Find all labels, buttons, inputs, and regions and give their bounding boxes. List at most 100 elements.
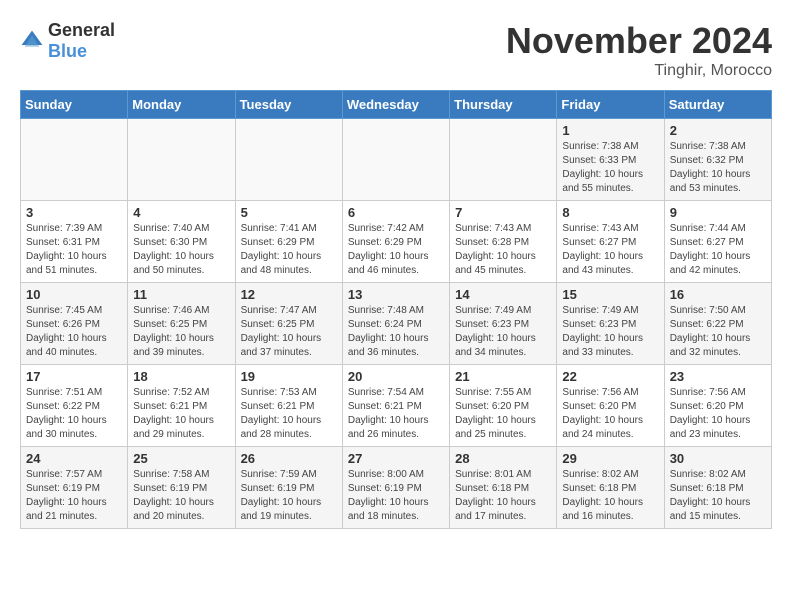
calendar-cell: 2 Sunrise: 7:38 AM Sunset: 6:32 PM Daylig… xyxy=(664,119,771,201)
day-info: Sunrise: 7:41 AM Sunset: 6:29 PM Dayligh… xyxy=(241,222,337,278)
day-number: 11 xyxy=(133,287,229,302)
weekday-header-wednesday: Wednesday xyxy=(342,91,449,119)
calendar-cell: 1 Sunrise: 7:38 AM Sunset: 6:33 PM Daylig… xyxy=(557,119,664,201)
logo-icon xyxy=(20,29,44,53)
day-number: 4 xyxy=(133,205,229,220)
calendar-cell xyxy=(128,119,235,201)
day-info: Sunrise: 7:55 AM Sunset: 6:20 PM Dayligh… xyxy=(455,386,551,442)
day-info: Sunrise: 7:59 AM Sunset: 6:19 PM Dayligh… xyxy=(241,468,337,524)
calendar-cell: 14 Sunrise: 7:49 AM Sunset: 6:23 PM Dayli… xyxy=(450,283,557,365)
day-number: 20 xyxy=(348,369,444,384)
day-number: 24 xyxy=(26,451,122,466)
calendar-cell: 5 Sunrise: 7:41 AM Sunset: 6:29 PM Daylig… xyxy=(235,201,342,283)
day-info: Sunrise: 7:44 AM Sunset: 6:27 PM Dayligh… xyxy=(670,222,766,278)
day-number: 6 xyxy=(348,205,444,220)
calendar-cell xyxy=(450,119,557,201)
calendar-cell: 16 Sunrise: 7:50 AM Sunset: 6:22 PM Dayli… xyxy=(664,283,771,365)
calendar-cell: 24 Sunrise: 7:57 AM Sunset: 6:19 PM Dayli… xyxy=(21,447,128,529)
day-number: 30 xyxy=(670,451,766,466)
logo-general: General xyxy=(48,20,115,40)
weekday-header-saturday: Saturday xyxy=(664,91,771,119)
calendar-cell: 25 Sunrise: 7:58 AM Sunset: 6:19 PM Dayli… xyxy=(128,447,235,529)
day-number: 8 xyxy=(562,205,658,220)
day-number: 12 xyxy=(241,287,337,302)
calendar-cell: 22 Sunrise: 7:56 AM Sunset: 6:20 PM Dayli… xyxy=(557,365,664,447)
day-number: 29 xyxy=(562,451,658,466)
calendar-week-row: 1 Sunrise: 7:38 AM Sunset: 6:33 PM Daylig… xyxy=(21,119,772,201)
logo: General Blue xyxy=(20,20,115,62)
calendar-cell: 12 Sunrise: 7:47 AM Sunset: 6:25 PM Dayli… xyxy=(235,283,342,365)
day-info: Sunrise: 7:48 AM Sunset: 6:24 PM Dayligh… xyxy=(348,304,444,360)
calendar-week-row: 10 Sunrise: 7:45 AM Sunset: 6:26 PM Dayli… xyxy=(21,283,772,365)
day-info: Sunrise: 7:42 AM Sunset: 6:29 PM Dayligh… xyxy=(348,222,444,278)
day-info: Sunrise: 7:52 AM Sunset: 6:21 PM Dayligh… xyxy=(133,386,229,442)
day-info: Sunrise: 7:54 AM Sunset: 6:21 PM Dayligh… xyxy=(348,386,444,442)
calendar-cell xyxy=(21,119,128,201)
title-area: November 2024 Tinghir, Morocco xyxy=(506,20,772,80)
day-info: Sunrise: 7:56 AM Sunset: 6:20 PM Dayligh… xyxy=(562,386,658,442)
weekday-header-sunday: Sunday xyxy=(21,91,128,119)
location-subtitle: Tinghir, Morocco xyxy=(506,62,772,80)
day-number: 18 xyxy=(133,369,229,384)
day-info: Sunrise: 7:58 AM Sunset: 6:19 PM Dayligh… xyxy=(133,468,229,524)
weekday-header-monday: Monday xyxy=(128,91,235,119)
weekday-header-tuesday: Tuesday xyxy=(235,91,342,119)
calendar-cell: 18 Sunrise: 7:52 AM Sunset: 6:21 PM Dayli… xyxy=(128,365,235,447)
weekday-header-thursday: Thursday xyxy=(450,91,557,119)
calendar-week-row: 3 Sunrise: 7:39 AM Sunset: 6:31 PM Daylig… xyxy=(21,201,772,283)
day-info: Sunrise: 7:50 AM Sunset: 6:22 PM Dayligh… xyxy=(670,304,766,360)
day-info: Sunrise: 7:49 AM Sunset: 6:23 PM Dayligh… xyxy=(562,304,658,360)
calendar-cell: 28 Sunrise: 8:01 AM Sunset: 6:18 PM Dayli… xyxy=(450,447,557,529)
day-info: Sunrise: 8:01 AM Sunset: 6:18 PM Dayligh… xyxy=(455,468,551,524)
day-number: 13 xyxy=(348,287,444,302)
logo-blue: Blue xyxy=(48,41,87,61)
calendar-cell: 30 Sunrise: 8:02 AM Sunset: 6:18 PM Dayli… xyxy=(664,447,771,529)
calendar-week-row: 24 Sunrise: 7:57 AM Sunset: 6:19 PM Dayli… xyxy=(21,447,772,529)
day-info: Sunrise: 7:40 AM Sunset: 6:30 PM Dayligh… xyxy=(133,222,229,278)
calendar-table: SundayMondayTuesdayWednesdayThursdayFrid… xyxy=(20,90,772,529)
day-info: Sunrise: 7:49 AM Sunset: 6:23 PM Dayligh… xyxy=(455,304,551,360)
calendar-cell xyxy=(342,119,449,201)
day-number: 25 xyxy=(133,451,229,466)
day-info: Sunrise: 7:45 AM Sunset: 6:26 PM Dayligh… xyxy=(26,304,122,360)
day-info: Sunrise: 7:43 AM Sunset: 6:27 PM Dayligh… xyxy=(562,222,658,278)
day-info: Sunrise: 7:38 AM Sunset: 6:33 PM Dayligh… xyxy=(562,140,658,196)
day-info: Sunrise: 7:57 AM Sunset: 6:19 PM Dayligh… xyxy=(26,468,122,524)
calendar-cell: 29 Sunrise: 8:02 AM Sunset: 6:18 PM Dayli… xyxy=(557,447,664,529)
day-number: 28 xyxy=(455,451,551,466)
day-number: 19 xyxy=(241,369,337,384)
calendar-cell: 17 Sunrise: 7:51 AM Sunset: 6:22 PM Dayli… xyxy=(21,365,128,447)
calendar-cell: 19 Sunrise: 7:53 AM Sunset: 6:21 PM Dayli… xyxy=(235,365,342,447)
day-number: 9 xyxy=(670,205,766,220)
weekday-header-friday: Friday xyxy=(557,91,664,119)
day-number: 14 xyxy=(455,287,551,302)
day-info: Sunrise: 7:39 AM Sunset: 6:31 PM Dayligh… xyxy=(26,222,122,278)
day-info: Sunrise: 7:38 AM Sunset: 6:32 PM Dayligh… xyxy=(670,140,766,196)
day-number: 16 xyxy=(670,287,766,302)
day-number: 3 xyxy=(26,205,122,220)
calendar-cell: 4 Sunrise: 7:40 AM Sunset: 6:30 PM Daylig… xyxy=(128,201,235,283)
day-number: 5 xyxy=(241,205,337,220)
day-number: 23 xyxy=(670,369,766,384)
day-info: Sunrise: 8:02 AM Sunset: 6:18 PM Dayligh… xyxy=(562,468,658,524)
weekday-header-row: SundayMondayTuesdayWednesdayThursdayFrid… xyxy=(21,91,772,119)
day-number: 2 xyxy=(670,123,766,138)
day-number: 10 xyxy=(26,287,122,302)
day-info: Sunrise: 7:47 AM Sunset: 6:25 PM Dayligh… xyxy=(241,304,337,360)
day-number: 15 xyxy=(562,287,658,302)
month-title: November 2024 xyxy=(506,20,772,62)
calendar-cell: 21 Sunrise: 7:55 AM Sunset: 6:20 PM Dayli… xyxy=(450,365,557,447)
day-info: Sunrise: 7:46 AM Sunset: 6:25 PM Dayligh… xyxy=(133,304,229,360)
day-info: Sunrise: 7:51 AM Sunset: 6:22 PM Dayligh… xyxy=(26,386,122,442)
day-number: 1 xyxy=(562,123,658,138)
calendar-cell: 13 Sunrise: 7:48 AM Sunset: 6:24 PM Dayli… xyxy=(342,283,449,365)
day-number: 21 xyxy=(455,369,551,384)
day-info: Sunrise: 7:53 AM Sunset: 6:21 PM Dayligh… xyxy=(241,386,337,442)
calendar-cell: 10 Sunrise: 7:45 AM Sunset: 6:26 PM Dayli… xyxy=(21,283,128,365)
day-number: 7 xyxy=(455,205,551,220)
calendar-cell: 15 Sunrise: 7:49 AM Sunset: 6:23 PM Dayli… xyxy=(557,283,664,365)
calendar-cell: 8 Sunrise: 7:43 AM Sunset: 6:27 PM Daylig… xyxy=(557,201,664,283)
day-number: 17 xyxy=(26,369,122,384)
day-info: Sunrise: 8:02 AM Sunset: 6:18 PM Dayligh… xyxy=(670,468,766,524)
day-number: 22 xyxy=(562,369,658,384)
